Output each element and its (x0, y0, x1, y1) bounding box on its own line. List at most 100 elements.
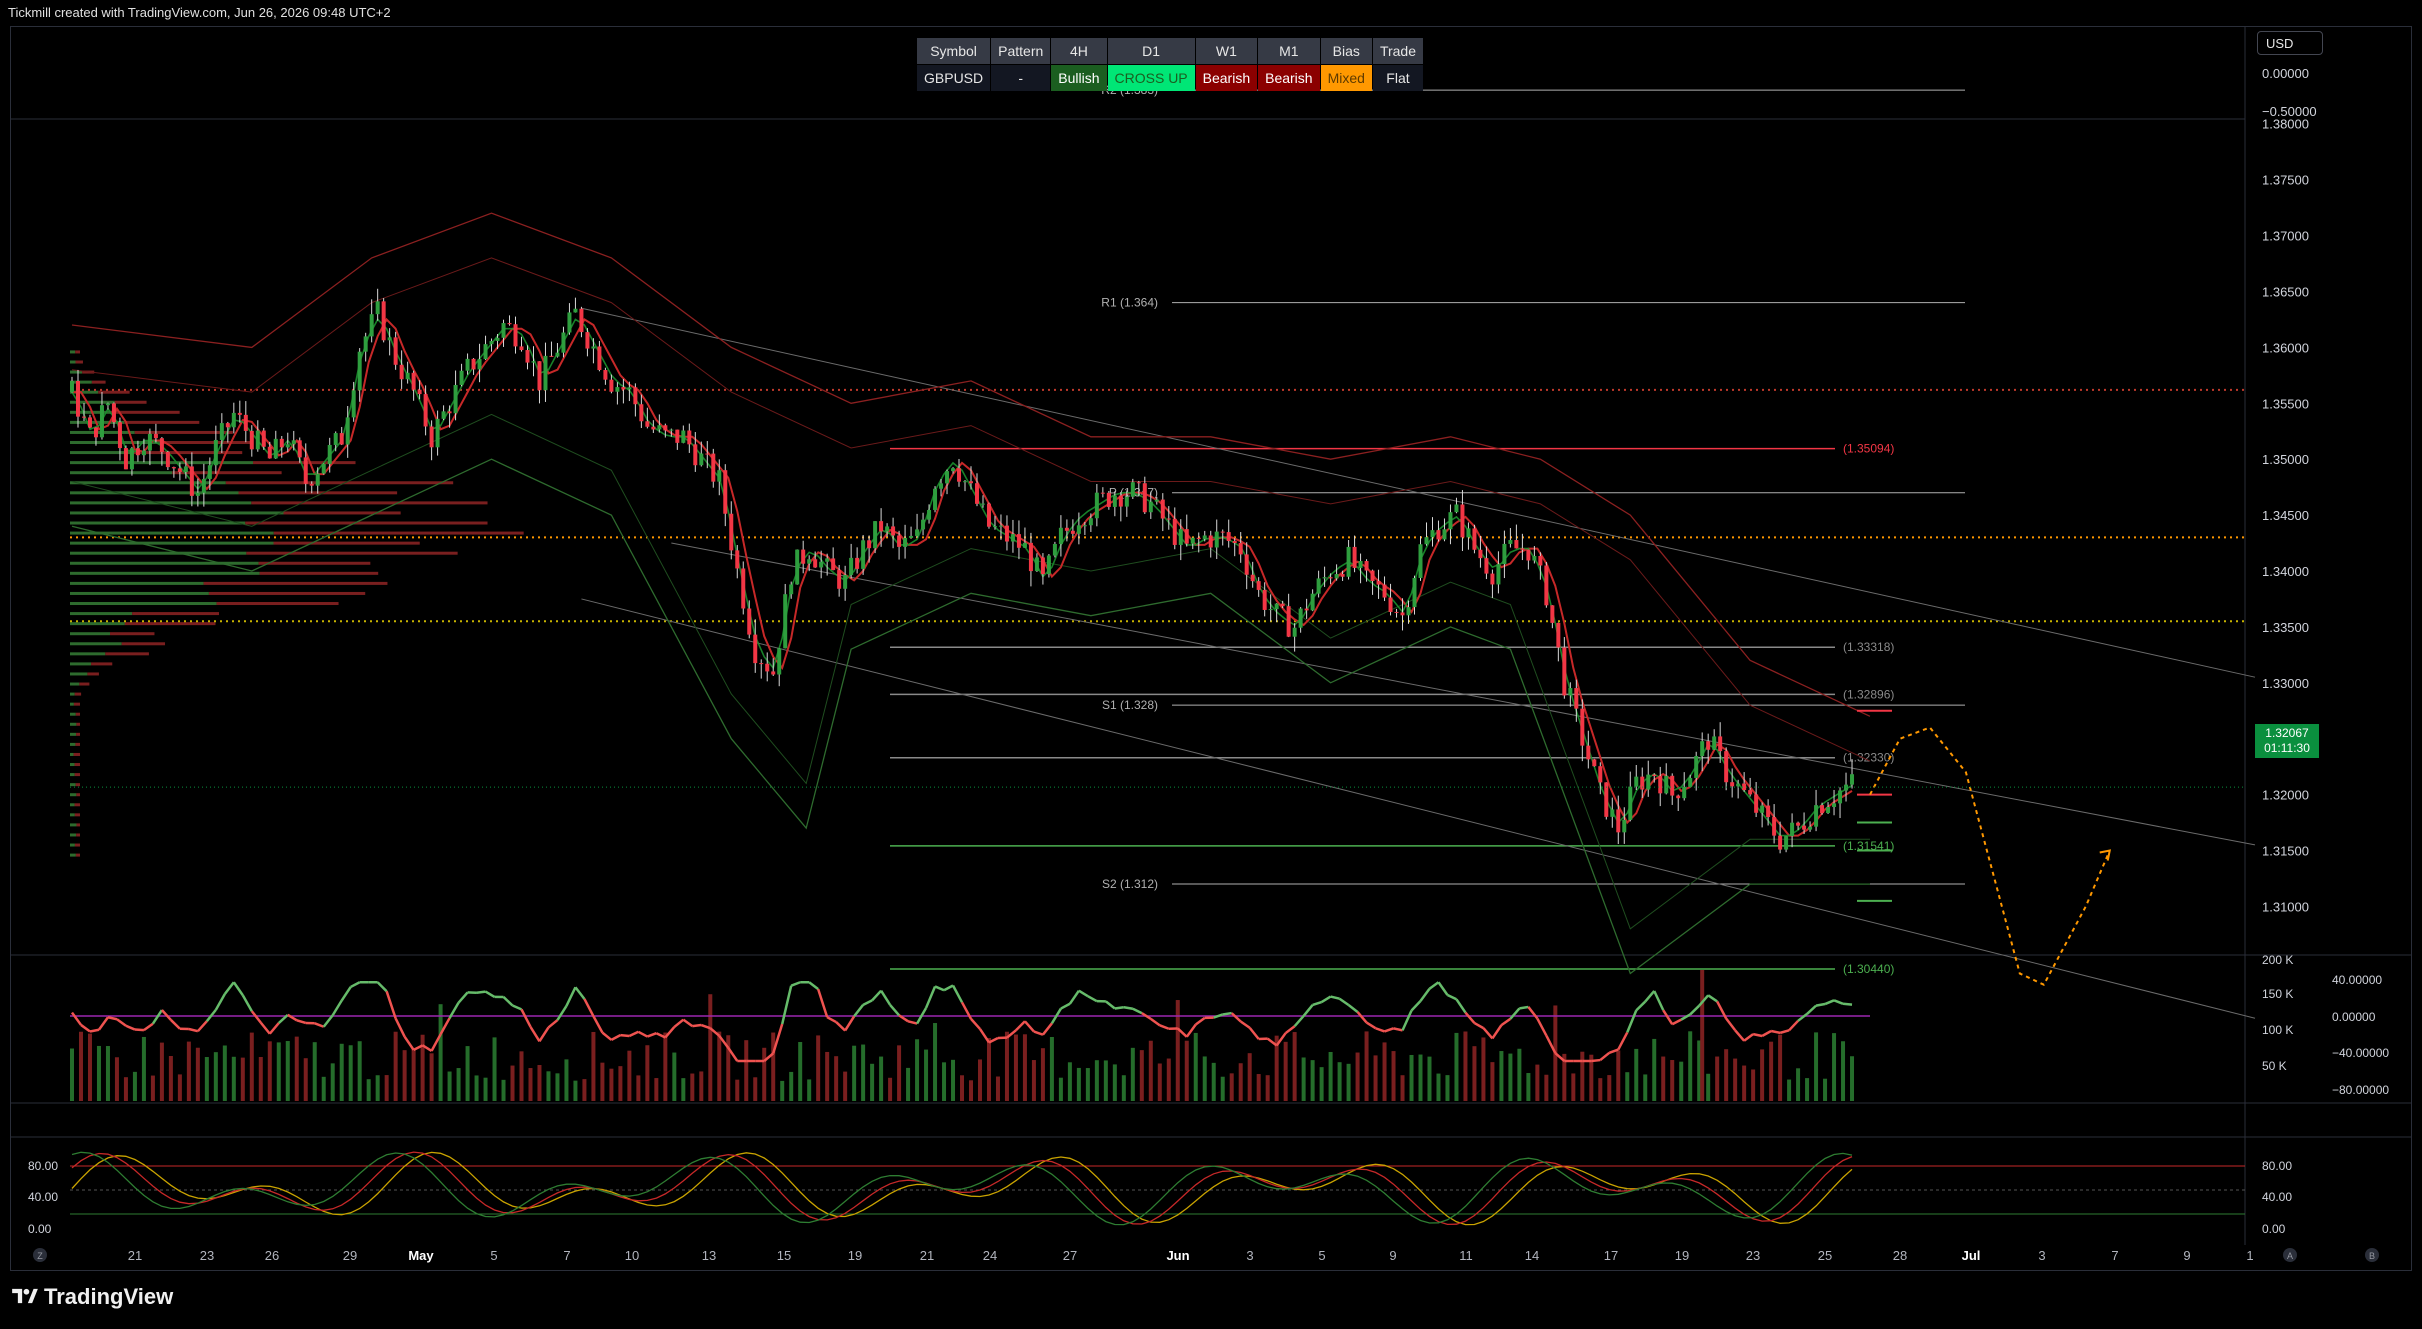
volume-profile-sell-bar (258, 561, 371, 565)
candle-body (1034, 557, 1039, 572)
candle-body (429, 426, 434, 448)
oscillator-line-segment (223, 981, 235, 995)
oscillator-line-segment (907, 1020, 918, 1025)
candle-body (1508, 540, 1513, 544)
time-axis-label: 9 (2183, 1248, 2190, 1263)
candle-body (309, 483, 314, 486)
volume-bar (357, 1041, 362, 1101)
oscillator-line-segment (1689, 1004, 1701, 1016)
volume-bar (1202, 1056, 1207, 1101)
oscillator-line-segment (107, 1016, 118, 1021)
volume-bar (510, 1065, 515, 1101)
candle-body (1418, 544, 1423, 578)
candle-body (1652, 774, 1657, 777)
currency-button[interactable]: USD (2257, 31, 2323, 55)
volume-bar (969, 1080, 973, 1101)
volume-bar (276, 1042, 281, 1101)
candle-body (1454, 504, 1459, 513)
candle-body (1796, 822, 1801, 826)
candle-body (957, 468, 962, 482)
signal-table-header-row: Symbol Pattern 4H D1 W1 M1 Bias Trade (917, 38, 1423, 64)
oscillator-line-segment (970, 1018, 981, 1030)
volume-profile-buy-bar (70, 773, 75, 777)
candle-body (369, 314, 374, 337)
candle-body (273, 438, 278, 459)
oscillator-line-segment (188, 1027, 199, 1033)
oscillator-line-segment (1239, 1020, 1251, 1029)
oscillator-line-segment (1770, 1029, 1781, 1035)
candle-body (477, 359, 482, 370)
oscillator-line-segment (134, 1028, 145, 1032)
volume-bar (1121, 1075, 1126, 1101)
candle-body (1256, 581, 1261, 590)
volume-bar (70, 1048, 74, 1101)
candle-body (735, 550, 740, 569)
volume-bar (132, 1071, 137, 1101)
volume-bar (591, 1031, 596, 1101)
candle-body (579, 308, 584, 333)
oscillator-line-segment (1788, 1019, 1799, 1032)
time-axis-label: May (408, 1248, 434, 1263)
oscillator-line-segment (951, 984, 964, 1003)
candle-body (357, 351, 362, 391)
volume-bar (366, 1079, 371, 1101)
table-header-m1: M1 (1258, 38, 1320, 64)
volume-bar (1049, 1036, 1054, 1101)
volume-bar (267, 1041, 272, 1101)
oscillator-line-segment (116, 1018, 127, 1027)
volume-profile-sell-bar (91, 380, 106, 384)
candle-body (1802, 825, 1807, 830)
candle-body (513, 324, 518, 347)
stochastic-tick-left: 40.00 (28, 1190, 58, 1204)
candle-body (885, 526, 890, 532)
tradingview-brand[interactable]: TradingView (12, 1284, 173, 1310)
oscillator-line-segment (1222, 1011, 1232, 1016)
candle-body (1832, 803, 1837, 807)
volume-bar (995, 1076, 1000, 1101)
time-axis-label: 23 (1746, 1248, 1760, 1263)
oscillator-line-segment (620, 1033, 630, 1038)
candle-body (1196, 537, 1201, 539)
oscillator-line-segment (1824, 999, 1835, 1006)
oscillator-line-segment (296, 1019, 307, 1025)
volume-bar (834, 1056, 839, 1101)
volume-bar (519, 1051, 524, 1101)
volume-profile-sell-bar (75, 783, 80, 787)
candle-body (1412, 577, 1417, 608)
candle-body (1610, 809, 1615, 817)
oscillator-line-segment (1060, 1002, 1071, 1010)
volume-bar (1418, 1054, 1423, 1101)
oscillator-line-segment (160, 1009, 172, 1021)
candle-body (615, 387, 620, 392)
candle-body (927, 509, 932, 520)
volume-bar (1130, 1047, 1135, 1101)
price-level-label: (1.35094) (1843, 442, 1894, 456)
candle-body (1082, 525, 1087, 527)
volume-bar (141, 1036, 146, 1101)
volume-profile-buy-bar (70, 360, 76, 364)
candle-body (327, 444, 332, 464)
chart-canvas[interactable]: 0.00000−0.500001.380001.375001.370001.36… (0, 0, 2422, 1329)
candle-body (819, 561, 824, 568)
candle-body (1220, 531, 1225, 533)
volume-bar (1535, 1064, 1540, 1101)
oscillator-line-segment (196, 1020, 208, 1033)
volume-profile-buy-bar (70, 843, 75, 847)
price-level-label: (1.33318) (1843, 640, 1894, 654)
candle-body (1748, 790, 1753, 795)
volume-bar (87, 1033, 92, 1101)
volume-bar (528, 1068, 533, 1101)
volume-bar (861, 1044, 866, 1101)
candle-body (801, 549, 806, 564)
oscillator-line-segment (512, 1004, 522, 1011)
time-axis-label: 26 (265, 1248, 279, 1263)
candle-body (639, 404, 644, 422)
table-value-symbol: GBPUSD (917, 65, 991, 91)
volume-bar (933, 1023, 938, 1101)
candle-body (1184, 529, 1189, 544)
candle-body (669, 429, 674, 431)
volume-profile-buy-bar (70, 662, 92, 666)
last-price-value: 1.32067 (2265, 726, 2309, 740)
time-axis-label: 5 (1318, 1248, 1325, 1263)
oscillator-line-segment (1230, 1012, 1242, 1023)
